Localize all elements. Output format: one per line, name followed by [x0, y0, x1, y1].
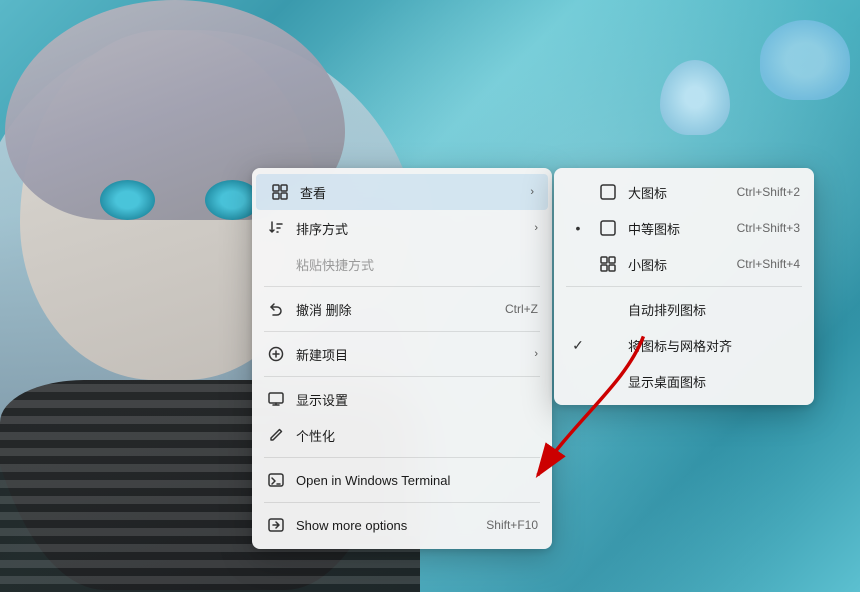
display-icon: [266, 389, 286, 409]
medium-icon-icon: [598, 218, 618, 238]
undo-icon: [266, 299, 286, 319]
undo-shortcut: Ctrl+Z: [505, 302, 538, 316]
menu-item-new[interactable]: 新建项目 ›: [252, 336, 552, 372]
submenu-divider: [566, 286, 802, 287]
menu-item-more-options[interactable]: Show more options Shift+F10: [252, 507, 552, 543]
menu-item-undo[interactable]: 撤消 删除 Ctrl+Z: [252, 291, 552, 327]
menu-item-view[interactable]: 查看 ›: [256, 174, 548, 210]
small-icon-shortcut: Ctrl+Shift+4: [737, 257, 800, 271]
view-label: 查看: [300, 183, 522, 202]
menu-item-terminal[interactable]: Open in Windows Terminal: [252, 462, 552, 498]
large-icon-shortcut: Ctrl+Shift+2: [737, 185, 800, 199]
menu-item-sort[interactable]: 排序方式 ›: [252, 210, 552, 246]
show-desktop-label: 显示桌面图标: [628, 372, 800, 391]
medium-icon-check: •: [568, 220, 588, 236]
submenu-view: 大图标 Ctrl+Shift+2 • 中等图标 Ctrl+Shift+3: [554, 168, 814, 405]
submenu-item-small-icon[interactable]: 小图标 Ctrl+Shift+4: [554, 246, 814, 282]
small-icon-icon: [598, 254, 618, 274]
small-icon-label: 小图标: [628, 255, 737, 274]
sort-label: 排序方式: [296, 219, 526, 238]
context-menu: 查看 › 排序方式 › 粘贴快捷方式: [252, 168, 552, 549]
submenu-item-align-grid[interactable]: ✓ 将图标与网格对齐: [554, 327, 814, 363]
divider-5: [264, 502, 540, 503]
divider-1: [264, 286, 540, 287]
align-grid-label: 将图标与网格对齐: [628, 336, 800, 355]
auto-arrange-label: 自动排列图标: [628, 300, 800, 319]
align-grid-check: ✓: [568, 337, 588, 354]
context-menu-wrapper: 查看 › 排序方式 › 粘贴快捷方式: [252, 168, 814, 549]
paw-decoration: [760, 20, 860, 120]
personalize-icon: [266, 425, 286, 445]
paste-shortcut-label: 粘贴快捷方式: [296, 255, 538, 274]
undo-label: 撤消 删除: [296, 300, 495, 319]
auto-arrange-icon: [598, 299, 618, 319]
view-icon: [270, 182, 290, 202]
submenu-item-show-desktop[interactable]: 显示桌面图标: [554, 363, 814, 399]
more-options-label: Show more options: [296, 518, 476, 533]
cat-ghost-decoration: [660, 60, 740, 150]
submenu-item-auto-arrange[interactable]: 自动排列图标: [554, 291, 814, 327]
terminal-icon: [266, 470, 286, 490]
new-icon: [266, 344, 286, 364]
character-eyes: [80, 180, 280, 230]
cat-ghost-body: [660, 60, 730, 135]
menu-item-display[interactable]: 显示设置: [252, 381, 552, 417]
large-icon-icon: [598, 182, 618, 202]
new-label: 新建项目: [296, 345, 526, 364]
large-icon-label: 大图标: [628, 183, 737, 202]
medium-icon-shortcut: Ctrl+Shift+3: [737, 221, 800, 235]
new-arrow: ›: [534, 348, 538, 360]
divider-3: [264, 376, 540, 377]
show-desktop-icon: [598, 371, 618, 391]
divider-2: [264, 331, 540, 332]
sort-icon: [266, 218, 286, 238]
submenu-item-medium-icon[interactable]: • 中等图标 Ctrl+Shift+3: [554, 210, 814, 246]
more-options-icon: [266, 515, 286, 535]
personalize-label: 个性化: [296, 426, 538, 445]
medium-icon-label: 中等图标: [628, 219, 737, 238]
eye-left: [100, 180, 155, 220]
paw-main: [760, 20, 850, 100]
align-grid-icon: [598, 335, 618, 355]
submenu-item-large-icon[interactable]: 大图标 Ctrl+Shift+2: [554, 174, 814, 210]
sort-arrow: ›: [534, 222, 538, 234]
display-label: 显示设置: [296, 390, 538, 409]
terminal-label: Open in Windows Terminal: [296, 473, 538, 488]
menu-item-personalize[interactable]: 个性化: [252, 417, 552, 453]
divider-4: [264, 457, 540, 458]
paste-shortcut-icon: [266, 254, 286, 274]
view-arrow: ›: [530, 186, 534, 198]
more-options-shortcut: Shift+F10: [486, 518, 538, 532]
menu-item-paste-shortcut[interactable]: 粘贴快捷方式: [252, 246, 552, 282]
